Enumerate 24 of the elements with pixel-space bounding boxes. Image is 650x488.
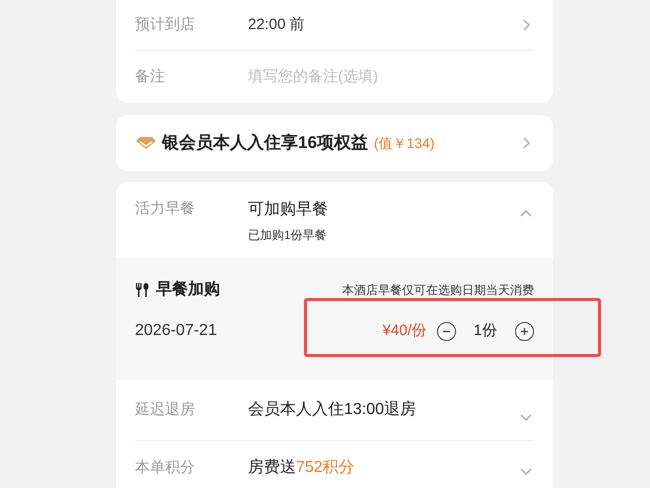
- breakfast-status: 可加购早餐: [248, 200, 329, 220]
- quantity: 1份: [474, 320, 497, 341]
- benefit-worth: (值￥134): [374, 134, 436, 153]
- remarks-field[interactable]: 填写您的备注(选填): [248, 66, 534, 88]
- field-label: 预计到店: [135, 14, 196, 35]
- plus-icon: [520, 326, 529, 336]
- decrease-button[interactable]: [436, 322, 456, 340]
- addon-notice: 本酒店早餐仅可在选购日期当天消费: [342, 282, 534, 299]
- fork-spoon-icon: [135, 282, 149, 298]
- arrival-time[interactable]: 22:00 前: [248, 14, 518, 36]
- breakfast-price: ¥40/份: [382, 320, 427, 341]
- field-label: 活力早餐: [135, 199, 196, 219]
- addon-title: 早餐加购: [156, 280, 221, 300]
- benefit-title: 银会员本人入住享16项权益: [162, 132, 368, 154]
- diamond-icon: [135, 136, 157, 150]
- field-value: 房费送752积分: [248, 458, 356, 478]
- breakfast-date: 2026-07-21: [135, 321, 218, 341]
- member-benefit-card[interactable]: 银会员本人入住享16项权益 (值￥134): [116, 115, 553, 171]
- field-label: 备注: [135, 66, 166, 87]
- breakfast-note: 已加购1份早餐: [248, 227, 328, 244]
- field-label: 本单积分: [135, 458, 196, 478]
- field-label: 延迟退房: [135, 400, 196, 420]
- field-value: 会员本人入住13:00退房: [248, 400, 418, 420]
- increase-button[interactable]: [515, 322, 534, 340]
